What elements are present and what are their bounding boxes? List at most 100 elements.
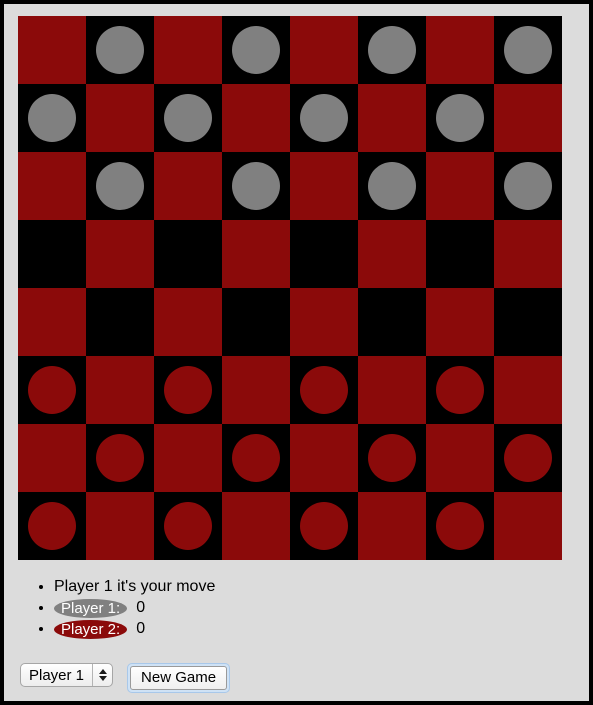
board-cell[interactable] [154, 424, 222, 492]
board-cell[interactable] [494, 492, 562, 560]
board-cell[interactable] [290, 16, 358, 84]
board-cell[interactable] [18, 152, 86, 220]
player1-piece[interactable] [504, 26, 552, 74]
status-player2-score: Player 2: 0 [54, 619, 215, 640]
board-cell[interactable] [426, 152, 494, 220]
board-cell[interactable] [426, 356, 494, 424]
board-cell[interactable] [358, 424, 426, 492]
player2-piece[interactable] [232, 434, 280, 482]
player2-piece[interactable] [164, 502, 212, 550]
board-cell[interactable] [86, 288, 154, 356]
player2-piece[interactable] [28, 366, 76, 414]
board-cell[interactable] [86, 84, 154, 152]
board-cell[interactable] [154, 492, 222, 560]
new-game-button[interactable]: New Game [130, 666, 228, 690]
player-select[interactable]: Player 1 [20, 663, 114, 687]
player1-piece[interactable] [96, 162, 144, 210]
board-cell[interactable] [358, 16, 426, 84]
board-cell[interactable] [494, 220, 562, 288]
player2-piece[interactable] [300, 366, 348, 414]
player2-piece[interactable] [504, 434, 552, 482]
board-cell[interactable] [358, 288, 426, 356]
board-cell[interactable] [494, 152, 562, 220]
board-cell[interactable] [358, 492, 426, 560]
board-cell[interactable] [222, 356, 290, 424]
board-cell[interactable] [494, 424, 562, 492]
board-cell[interactable] [154, 152, 222, 220]
board-cell[interactable] [86, 492, 154, 560]
board-cell[interactable] [86, 152, 154, 220]
player1-piece[interactable] [436, 94, 484, 142]
board-cell[interactable] [426, 220, 494, 288]
board-cell[interactable] [86, 220, 154, 288]
board-cell[interactable] [154, 356, 222, 424]
board-cell[interactable] [18, 424, 86, 492]
board-cell[interactable] [86, 356, 154, 424]
board-cell[interactable] [358, 220, 426, 288]
board-cell[interactable] [290, 424, 358, 492]
player1-piece[interactable] [164, 94, 212, 142]
board-cell[interactable] [222, 288, 290, 356]
board-cell[interactable] [154, 16, 222, 84]
board-cell[interactable] [154, 288, 222, 356]
player-select-value: Player 1 [29, 666, 85, 684]
board-cell[interactable] [290, 492, 358, 560]
board-cell[interactable] [358, 152, 426, 220]
board-cell[interactable] [494, 288, 562, 356]
player2-piece[interactable] [96, 434, 144, 482]
player2-piece[interactable] [164, 366, 212, 414]
board-cell[interactable] [154, 84, 222, 152]
board-cell[interactable] [18, 356, 86, 424]
player1-piece[interactable] [28, 94, 76, 142]
board-cell[interactable] [426, 424, 494, 492]
player1-piece[interactable] [300, 94, 348, 142]
player1-piece[interactable] [232, 26, 280, 74]
player1-piece[interactable] [232, 162, 280, 210]
board-cell[interactable] [290, 356, 358, 424]
board-cell[interactable] [154, 220, 222, 288]
board-cell[interactable] [426, 84, 494, 152]
board-cell[interactable] [290, 220, 358, 288]
board-cell[interactable] [494, 356, 562, 424]
chevron-down-icon [98, 676, 107, 681]
board-cell[interactable] [18, 220, 86, 288]
board-cell[interactable] [222, 220, 290, 288]
board-cell[interactable] [290, 288, 358, 356]
player2-piece[interactable] [436, 366, 484, 414]
player1-piece[interactable] [504, 162, 552, 210]
board-cell[interactable] [426, 288, 494, 356]
board-cell[interactable] [18, 84, 86, 152]
board-cell[interactable] [358, 84, 426, 152]
board-cell[interactable] [18, 288, 86, 356]
turn-message-text: Player 1 it's your move [54, 578, 216, 595]
board-cell[interactable] [358, 356, 426, 424]
player2-piece[interactable] [300, 502, 348, 550]
board-cell[interactable] [86, 16, 154, 84]
board-cell[interactable] [426, 16, 494, 84]
board-cell[interactable] [222, 16, 290, 84]
player2-piece[interactable] [28, 502, 76, 550]
stepper-arrows-icon[interactable] [93, 664, 112, 686]
player1-piece[interactable] [96, 26, 144, 74]
player1-piece[interactable] [368, 26, 416, 74]
checkers-board-container [18, 16, 562, 560]
player2-piece[interactable] [436, 502, 484, 550]
board-cell[interactable] [222, 84, 290, 152]
page-container: Player 1 it's your move Player 1: 0 Playe… [4, 4, 589, 701]
player2-piece[interactable] [368, 434, 416, 482]
board-cell[interactable] [494, 84, 562, 152]
board-cell[interactable] [290, 152, 358, 220]
chevron-up-icon [98, 669, 107, 674]
board-cell[interactable] [426, 492, 494, 560]
board-cell[interactable] [18, 16, 86, 84]
player2-score-value: 0 [136, 619, 146, 637]
board-cell[interactable] [222, 152, 290, 220]
board-cell[interactable] [494, 16, 562, 84]
checkers-board[interactable] [18, 16, 562, 560]
board-cell[interactable] [18, 492, 86, 560]
player1-piece[interactable] [368, 162, 416, 210]
board-cell[interactable] [86, 424, 154, 492]
board-cell[interactable] [222, 424, 290, 492]
board-cell[interactable] [222, 492, 290, 560]
board-cell[interactable] [290, 84, 358, 152]
